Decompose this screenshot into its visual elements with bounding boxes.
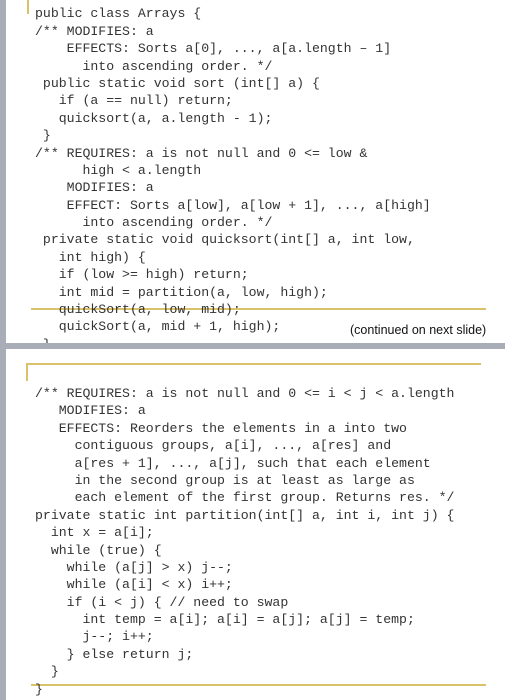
slide-accent-line bbox=[27, 0, 29, 14]
code-line: quickSort(a, low, mid); bbox=[35, 302, 241, 318]
code-line: a[res + 1], ..., a[j], such that each el… bbox=[35, 455, 431, 471]
code-line: /** REQUIRES: a is not null and 0 <= i <… bbox=[35, 386, 455, 401]
code-line: public class Arrays { bbox=[35, 6, 202, 22]
code-line: if (i < j) { // need to swap bbox=[35, 594, 289, 610]
slide-header-line bbox=[26, 363, 481, 365]
code-block-arrays-sort: /** OVERVIEWS: ... */public class Arrays… bbox=[35, 0, 431, 343]
code-line: each element of the first group. Returns… bbox=[35, 490, 455, 506]
slide-1: /** OVERVIEWS: ... */public class Arrays… bbox=[6, 0, 505, 343]
code-line: while (a[j] > x) j--; bbox=[35, 559, 233, 575]
code-line: while (a[i] < x) i++; bbox=[35, 577, 233, 593]
code-block-partition: /** REQUIRES: a is not null and 0 <= i <… bbox=[35, 385, 454, 698]
code-line: } else return j; bbox=[35, 646, 194, 662]
code-line: int high) { bbox=[35, 249, 146, 265]
code-line: into ascending order. */ bbox=[35, 58, 273, 74]
code-line: in the second group is at least as large… bbox=[35, 472, 415, 488]
code-line: private static void quicksort(int[] a, i… bbox=[35, 232, 415, 248]
code-line: high < a.length bbox=[35, 162, 202, 178]
code-line: into ascending order. */ bbox=[35, 215, 273, 231]
code-line: contiguous groups, a[i], ..., a[res] and bbox=[35, 438, 392, 454]
code-line: /** MODIFIES: a bbox=[35, 23, 154, 39]
code-line: MODIFIES: a bbox=[35, 180, 154, 196]
code-line: /** REQUIRES: a is not null and 0 <= low… bbox=[35, 145, 368, 161]
code-line: quicksort(a, a.length - 1); bbox=[35, 110, 273, 126]
code-line: private static int partition(int[] a, in… bbox=[35, 507, 455, 523]
code-line: EFFECTS: Sorts a[0], ..., a[a.length – 1… bbox=[35, 41, 392, 57]
slide-accent-line bbox=[26, 363, 28, 381]
code-line: if (low >= high) return; bbox=[35, 267, 249, 283]
code-line: } bbox=[35, 664, 59, 680]
code-line: EFFECT: Sorts a[low], a[low + 1], ..., a… bbox=[35, 197, 431, 213]
code-line: if (a == null) return; bbox=[35, 93, 233, 109]
slide-2: /** REQUIRES: a is not null and 0 <= i <… bbox=[6, 349, 505, 700]
code-line: EFFECTS: Reorders the elements in a into… bbox=[35, 420, 407, 436]
code-line: public static void sort (int[] a) { bbox=[35, 75, 320, 91]
code-line: } bbox=[35, 681, 43, 697]
continued-note: (continued on next slide) bbox=[350, 323, 487, 337]
code-line: j--; i++; bbox=[35, 629, 154, 645]
code-line: MODIFIES: a bbox=[35, 403, 146, 419]
code-line: int x = a[i]; bbox=[35, 525, 154, 541]
code-line: int temp = a[i]; a[i] = a[j]; a[j] = tem… bbox=[35, 612, 415, 628]
code-line: } bbox=[35, 128, 51, 144]
code-line: while (true) { bbox=[35, 542, 162, 558]
code-line: int mid = partition(a, low, high); bbox=[35, 284, 328, 300]
